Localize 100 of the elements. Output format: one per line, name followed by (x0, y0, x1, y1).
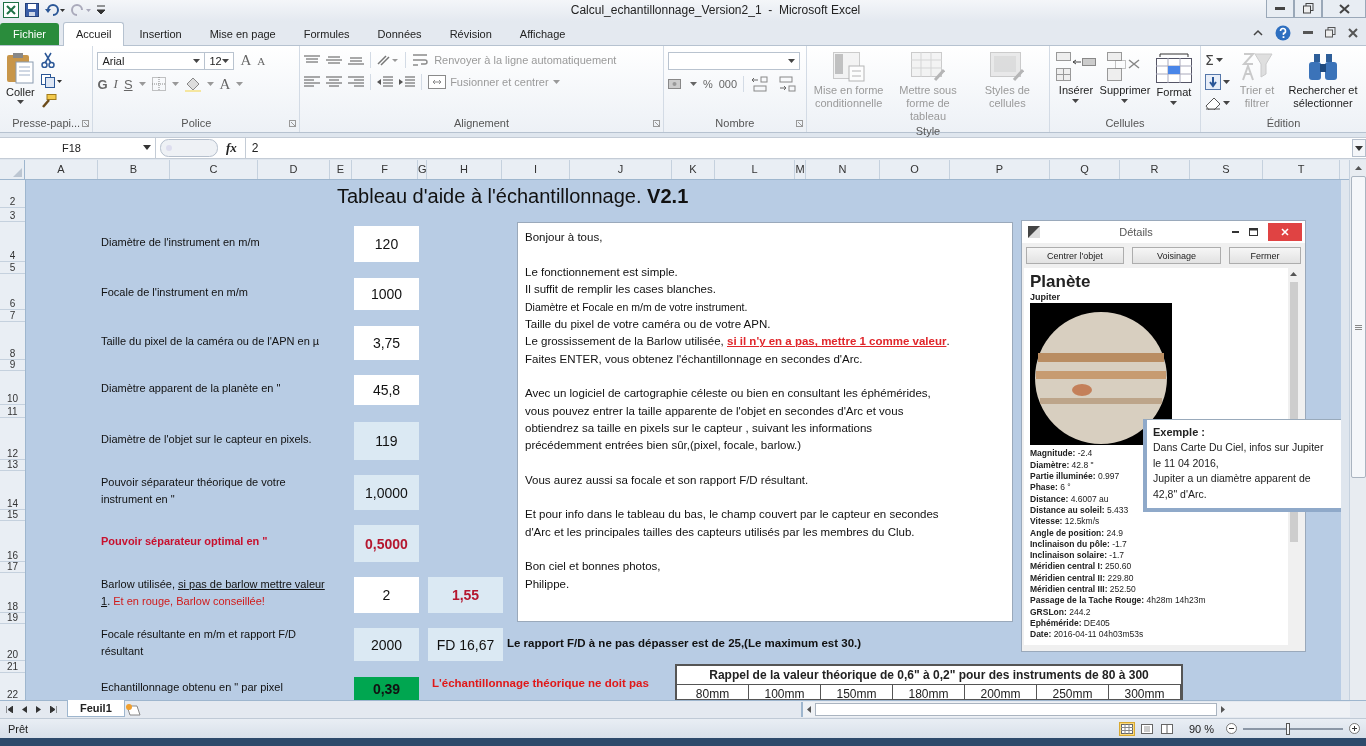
column-header[interactable]: K (672, 160, 715, 180)
scroll-right-icon[interactable] (1220, 706, 1225, 714)
row-header[interactable]: 19 (0, 613, 25, 625)
previous-sheet-icon[interactable] (22, 706, 27, 714)
dialog-button[interactable]: Fermer (1229, 247, 1301, 265)
row-header[interactable]: 21 (0, 661, 25, 674)
input-cell[interactable]: 120 (354, 226, 419, 263)
ribbon-tab[interactable]: Insertion (126, 22, 195, 45)
view-button[interactable] (1118, 721, 1135, 736)
ribbon-tab[interactable]: Mise en page (196, 22, 289, 45)
column-header[interactable]: R (1120, 160, 1190, 180)
dialog-launcher-icon[interactable] (652, 119, 660, 127)
row-header[interactable]: 12 (0, 418, 25, 461)
spreadsheet-logo-icon[interactable] (3, 2, 19, 19)
column-header[interactable]: L (715, 160, 795, 180)
dialog-launcher-icon[interactable] (82, 119, 90, 127)
column-header[interactable]: A (25, 160, 98, 180)
undo-icon[interactable] (45, 4, 65, 17)
row-header[interactable]: 9 (0, 360, 25, 372)
scissors-icon[interactable] (40, 51, 55, 68)
zoom-level[interactable]: 90 % (1188, 722, 1214, 735)
column-header[interactable]: G (418, 160, 427, 180)
scrollbar-thumb[interactable] (1350, 176, 1366, 479)
autosum-button[interactable]: Σ (1205, 51, 1214, 68)
fill-bucket-icon[interactable] (184, 76, 201, 92)
row-header[interactable]: 5 (0, 262, 25, 275)
ribbon-tab[interactable]: Affichage (506, 22, 579, 45)
row-header[interactable]: 17 (0, 562, 25, 574)
row-header[interactable]: 4 (0, 222, 25, 263)
shrink-font-button[interactable]: A (257, 54, 266, 67)
restore-icon[interactable] (1325, 27, 1336, 39)
thousands-separator-button[interactable]: 000 (718, 77, 737, 90)
column-header[interactable]: I (502, 160, 570, 180)
column-header[interactable]: E (330, 160, 352, 180)
italic-button[interactable]: I (113, 76, 118, 93)
row-header[interactable]: 16 (0, 521, 25, 563)
eraser-icon[interactable] (1205, 95, 1221, 110)
column-header[interactable]: F (352, 160, 418, 180)
font-color-button[interactable]: A (219, 75, 231, 93)
ribbon-tab[interactable]: Données (364, 22, 435, 45)
dialog-button[interactable]: Centrer l'objet (1026, 247, 1124, 265)
row-header[interactable]: 11 (0, 405, 25, 419)
zoom-out-icon[interactable] (1226, 723, 1237, 735)
scroll-up-icon[interactable] (1290, 272, 1297, 277)
help-icon[interactable] (1275, 24, 1291, 41)
ribbon-button[interactable]: Rechercher et sélectionner (1284, 49, 1362, 112)
scroll-left-icon[interactable] (806, 706, 811, 714)
row-header[interactable]: 3 (0, 208, 25, 223)
grow-font-button[interactable]: A (240, 52, 252, 70)
ribbon-button[interactable]: Format (1152, 49, 1196, 107)
minimize-icon[interactable] (1232, 231, 1239, 234)
column-header[interactable]: M (795, 160, 806, 180)
underline-button[interactable]: S (123, 76, 133, 92)
collapse-ribbon-icon[interactable] (1253, 29, 1263, 37)
first-sheet-icon[interactable] (6, 706, 13, 714)
close-icon[interactable] (1348, 27, 1358, 38)
new-sheet-icon[interactable] (124, 703, 141, 717)
ribbon-button[interactable]: Insérer (1054, 49, 1098, 105)
restore-button[interactable] (1294, 0, 1322, 18)
ribbon-tab[interactable]: Révision (436, 22, 505, 45)
save-icon[interactable] (25, 3, 39, 18)
name-box[interactable]: F18 (0, 138, 156, 158)
row-header[interactable]: 7 (0, 310, 25, 323)
row-header[interactable]: 13 (0, 460, 25, 472)
view-button[interactable] (1138, 721, 1155, 736)
expand-formula-bar-icon[interactable] (1352, 139, 1366, 157)
row-header[interactable]: 14 (0, 471, 25, 511)
paste-button[interactable]: Coller (4, 49, 37, 106)
insert-function-button[interactable]: fx (226, 140, 237, 156)
file-tab[interactable]: Fichier (0, 22, 59, 45)
view-button[interactable] (1158, 721, 1175, 736)
minimize-icon[interactable] (1303, 31, 1313, 35)
dialog-launcher-icon[interactable] (796, 119, 803, 127)
decrease-indent-icon[interactable] (377, 75, 394, 88)
input-cell[interactable]: 2 (354, 577, 419, 614)
column-header[interactable]: O (880, 160, 950, 180)
row-header[interactable]: 15 (0, 510, 25, 522)
format-painter-icon[interactable] (40, 93, 57, 108)
column-header[interactable]: D (258, 160, 330, 180)
minimize-button[interactable] (1266, 0, 1294, 18)
column-header[interactable]: Q (1050, 160, 1120, 180)
ribbon-tab[interactable]: Formules (290, 22, 363, 45)
ribbon-tab[interactable]: Accueil (63, 21, 125, 46)
column-header[interactable]: S (1190, 160, 1263, 180)
number-format-field[interactable] (667, 51, 800, 70)
column-header[interactable]: J (570, 160, 672, 180)
bold-button[interactable]: G (97, 76, 108, 92)
formula-input[interactable]: 2 (244, 138, 1348, 158)
input-cell[interactable]: 45,8 (354, 375, 419, 406)
dialog-button[interactable]: Voisinage (1131, 247, 1222, 265)
copy-icon[interactable] (40, 73, 63, 88)
input-cell[interactable]: 1000 (354, 278, 419, 311)
column-header[interactable]: T (1263, 160, 1340, 180)
next-sheet-icon[interactable] (36, 706, 41, 714)
row-header[interactable]: 8 (0, 322, 25, 361)
fill-down-icon[interactable] (1205, 73, 1221, 90)
font-name-field[interactable]: Arial (97, 51, 206, 70)
last-sheet-icon[interactable] (50, 706, 57, 714)
scroll-up-icon[interactable] (1354, 166, 1362, 171)
row-header[interactable]: 2 (0, 180, 25, 209)
